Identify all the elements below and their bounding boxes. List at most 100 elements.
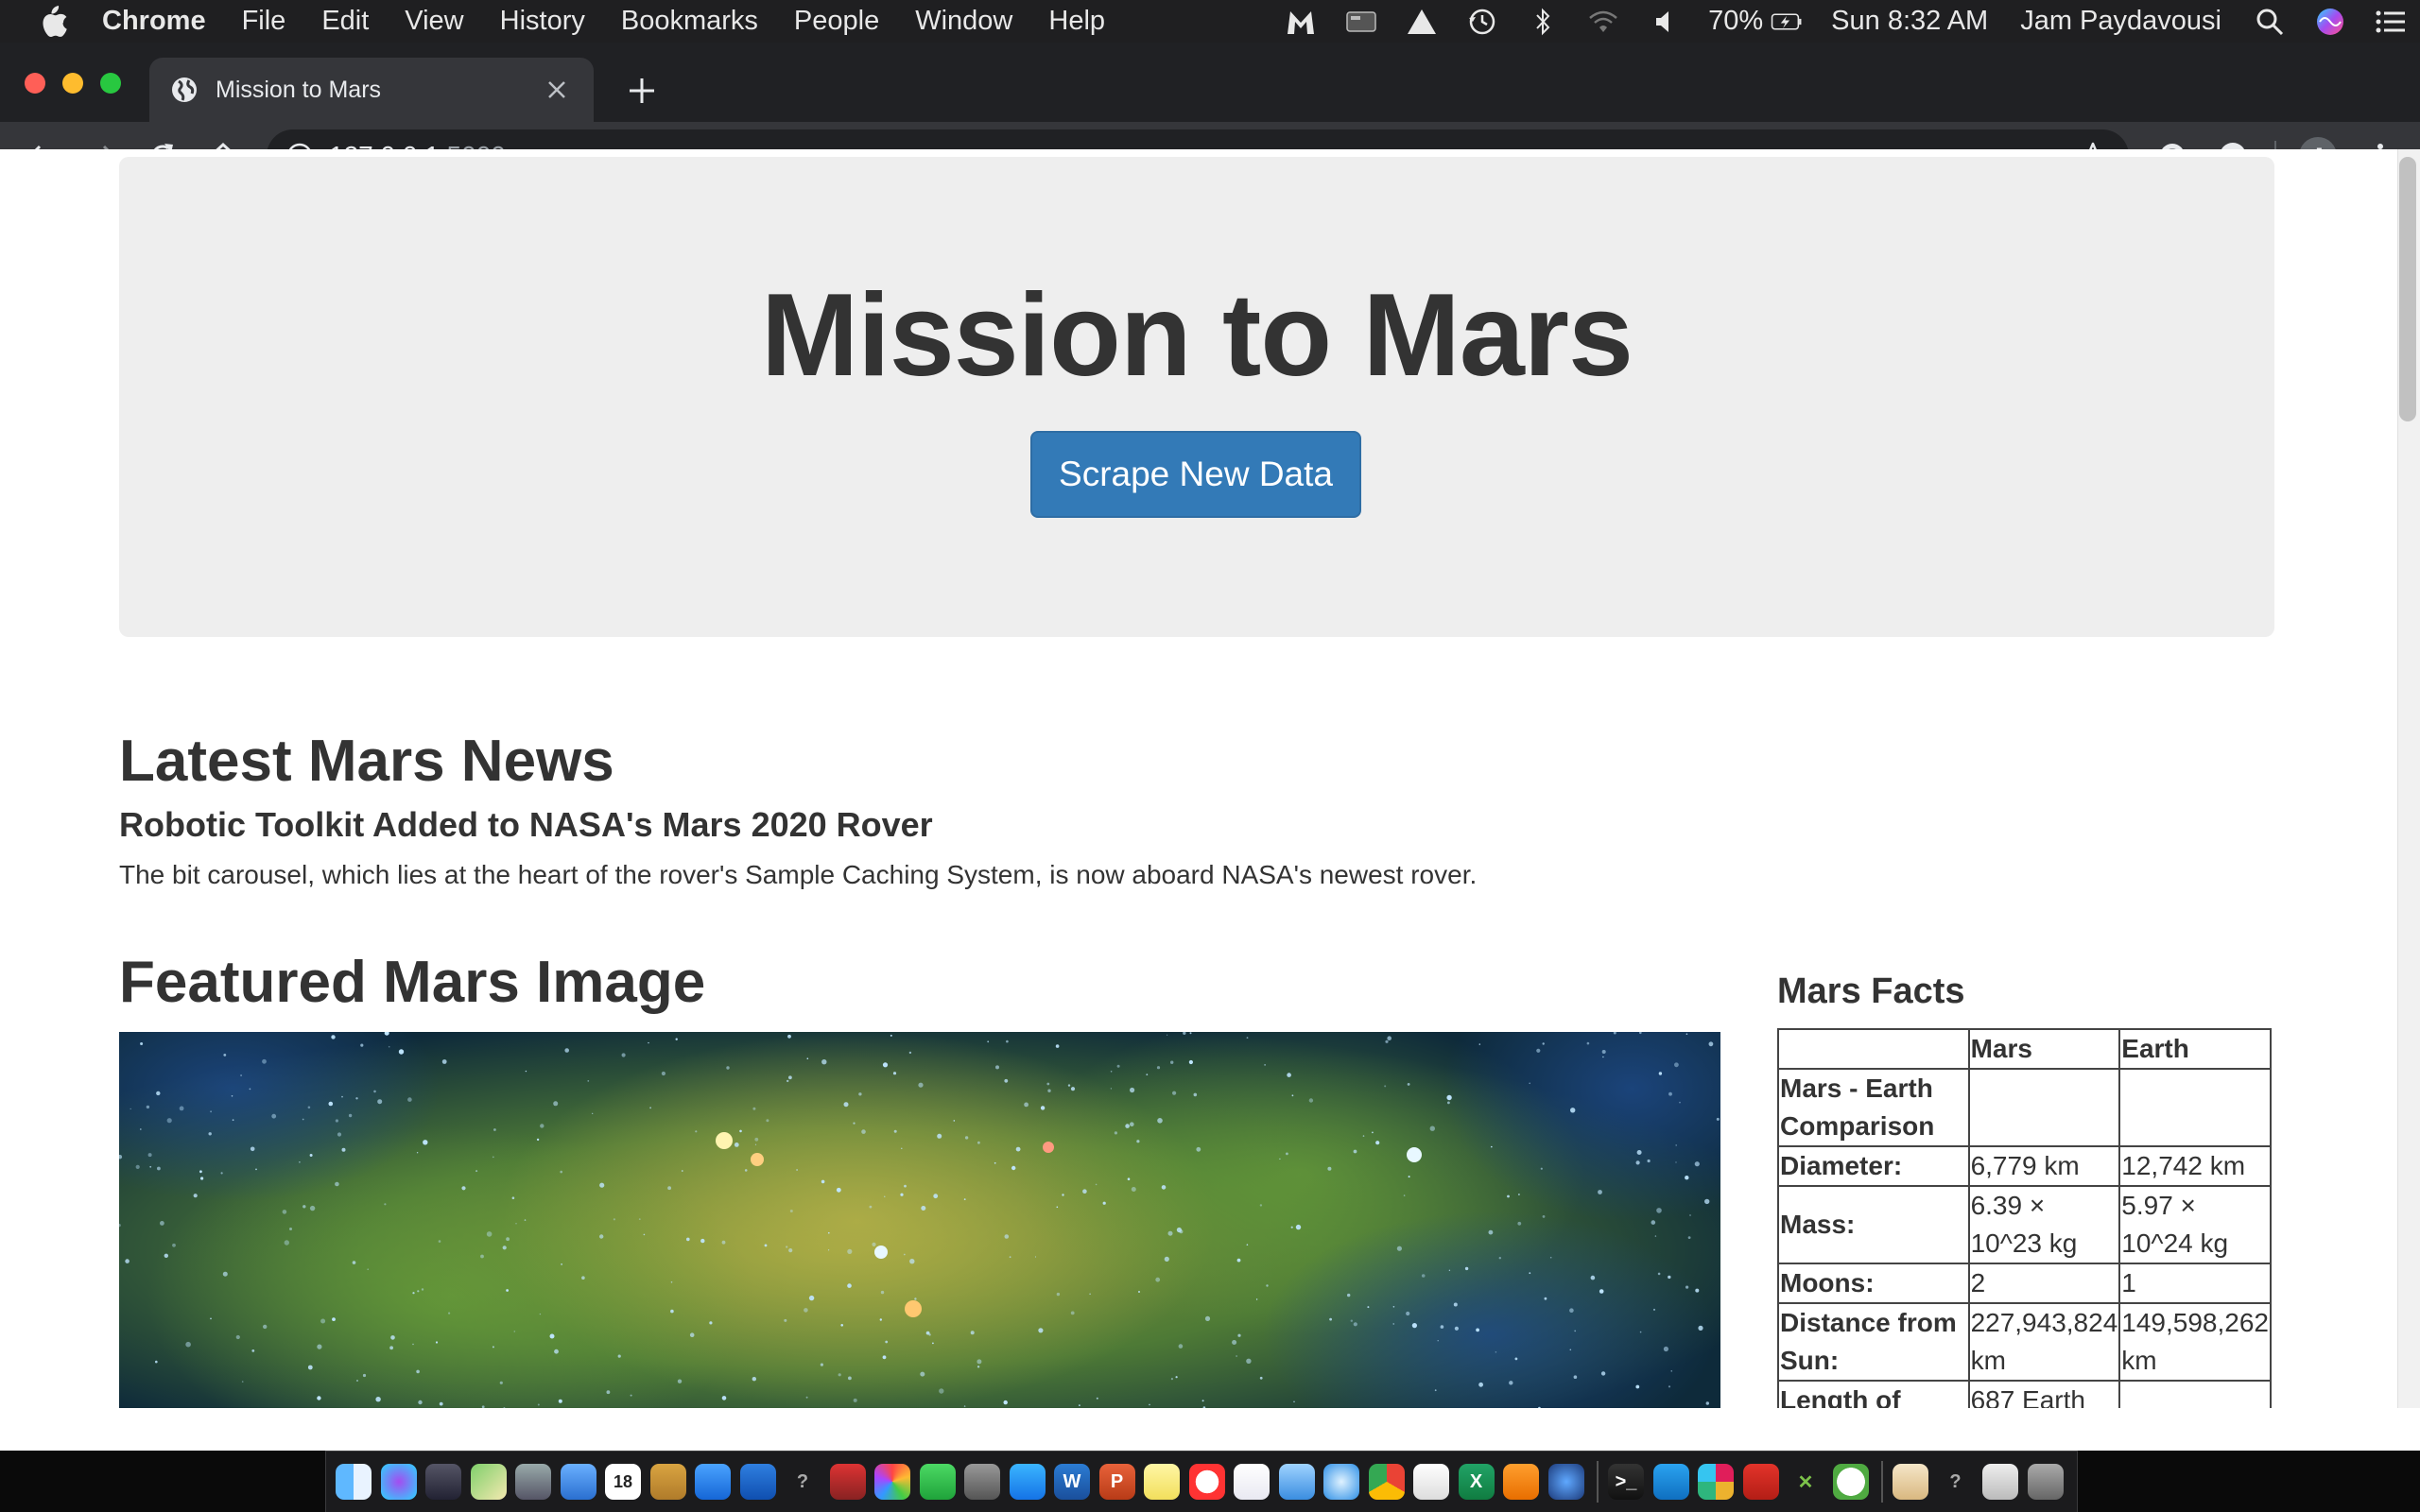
menu-app-name[interactable]: Chrome <box>102 6 206 37</box>
google-drive-icon[interactable] <box>1406 7 1438 37</box>
star <box>649 1107 651 1109</box>
volume-icon[interactable] <box>1648 7 1680 37</box>
menu-history[interactable]: History <box>500 6 585 37</box>
window-maximize-button[interactable] <box>100 73 121 94</box>
star <box>263 1324 268 1330</box>
spotlight-search-icon[interactable] <box>2254 7 2286 37</box>
star <box>1188 1059 1193 1065</box>
menu-help[interactable]: Help <box>1048 6 1105 37</box>
menu-file[interactable]: File <box>242 6 286 37</box>
dock-notes-icon[interactable] <box>649 1464 686 1500</box>
battery-percent[interactable]: 70% <box>1708 6 1763 37</box>
dock-screenshot-icon[interactable] <box>1982 1464 2018 1500</box>
dock-unknown-app-icon[interactable]: ? <box>785 1464 821 1500</box>
menu-edit[interactable]: Edit <box>321 6 369 37</box>
wifi-icon[interactable] <box>1587 7 1619 37</box>
dock-calendar-icon[interactable]: 18 <box>605 1464 641 1500</box>
star <box>1367 1306 1370 1309</box>
star <box>1679 1101 1681 1104</box>
menu-window[interactable]: Window <box>915 6 1012 37</box>
dock-x-app-icon[interactable]: ✕ <box>1788 1464 1824 1500</box>
dock-mail-icon[interactable] <box>560 1464 596 1500</box>
star <box>1266 1284 1269 1287</box>
time-machine-icon[interactable] <box>1466 7 1498 37</box>
window-minimize-button[interactable] <box>62 73 83 94</box>
dock-vscode-icon[interactable] <box>1652 1464 1689 1500</box>
siri-icon[interactable] <box>2314 7 2346 37</box>
menu-user-name[interactable]: Jam Paydavousi <box>2020 6 2221 37</box>
dock-slack-icon[interactable] <box>1698 1464 1734 1500</box>
dock-itunes-icon[interactable] <box>1234 1464 1270 1500</box>
star <box>367 1268 370 1270</box>
table-header-mars: Mars <box>1967 1028 2121 1070</box>
dock-excel-icon[interactable]: X <box>1458 1464 1495 1500</box>
dock-outlook-icon[interactable] <box>739 1464 776 1500</box>
latest-news-heading: Latest Mars News <box>119 729 614 794</box>
dock-terminal-icon[interactable]: >_ <box>1608 1464 1644 1500</box>
apple-menu-icon[interactable] <box>38 5 68 38</box>
star <box>1434 1389 1437 1392</box>
star <box>1170 1060 1174 1064</box>
battery-charging-icon[interactable] <box>1771 7 1803 37</box>
mars-facts-heading: Mars Facts <box>1777 971 1965 1011</box>
dock-acrobat-icon[interactable] <box>1742 1464 1779 1500</box>
star <box>661 1071 666 1076</box>
star <box>1170 1378 1173 1381</box>
new-tab-icon[interactable] <box>628 77 656 105</box>
dock-photos-icon[interactable] <box>874 1464 910 1500</box>
dock-ring-icon[interactable] <box>695 1464 731 1500</box>
dock-chrome-icon[interactable] <box>1368 1464 1405 1500</box>
notification-center-icon[interactable] <box>2375 7 2407 37</box>
dock-safari-icon[interactable] <box>1323 1464 1359 1500</box>
dock-stickies-icon[interactable] <box>1144 1464 1180 1500</box>
star <box>1167 1230 1173 1236</box>
star <box>1573 1375 1578 1379</box>
dock-photo-booth-icon[interactable] <box>829 1464 866 1500</box>
star <box>412 1292 415 1295</box>
menu-bookmarks[interactable]: Bookmarks <box>621 6 758 37</box>
page-scrollbar-thumb[interactable] <box>2399 157 2416 421</box>
dock-preview-icon[interactable] <box>1893 1464 1928 1500</box>
menu-clock[interactable]: Sun 8:32 AM <box>1831 6 1988 37</box>
dock-unknown-icon-2[interactable]: ? <box>1938 1464 1974 1500</box>
dock-browser-icon[interactable] <box>1547 1464 1584 1500</box>
dock-maps-icon[interactable] <box>470 1464 507 1500</box>
dock-trash-icon[interactable] <box>2027 1464 2064 1500</box>
menu-view[interactable]: View <box>405 6 463 37</box>
dock-powerpoint-icon[interactable]: P <box>1098 1464 1135 1500</box>
dock-siri-icon[interactable] <box>380 1464 417 1500</box>
window-close-button[interactable] <box>25 73 45 94</box>
dock-news-icon[interactable] <box>1188 1464 1225 1500</box>
star <box>721 1240 726 1245</box>
star <box>1062 1194 1064 1196</box>
star <box>373 1090 376 1093</box>
bluetooth-icon[interactable] <box>1527 7 1559 37</box>
tab-close-icon[interactable] <box>546 79 567 100</box>
menu-people[interactable]: People <box>794 6 879 37</box>
dock-textedit-icon[interactable] <box>1413 1464 1449 1500</box>
dock-rocket-icon[interactable] <box>515 1464 551 1500</box>
dock-mongodb-icon[interactable] <box>1832 1464 1869 1500</box>
dock-launchpad-icon[interactable] <box>425 1464 461 1500</box>
star <box>709 1321 713 1325</box>
dock-system-preferences-icon[interactable] <box>964 1464 1000 1500</box>
star <box>613 1218 616 1221</box>
star <box>307 1106 311 1109</box>
star <box>502 1246 507 1250</box>
dock-finder-icon[interactable] <box>336 1464 372 1500</box>
star <box>1639 1331 1642 1333</box>
dock-app-store-icon[interactable] <box>1009 1464 1046 1500</box>
star <box>561 1263 562 1265</box>
malwarebytes-icon[interactable] <box>1285 7 1317 37</box>
star <box>1264 1064 1266 1066</box>
star <box>1668 1275 1671 1280</box>
gopro-icon[interactable] <box>1345 7 1377 37</box>
scrape-new-data-button[interactable]: Scrape New Data <box>1030 431 1361 518</box>
dock-messages-icon[interactable] <box>1278 1464 1315 1500</box>
dock-word-icon[interactable]: W <box>1054 1464 1090 1500</box>
dock-books-icon[interactable] <box>1503 1464 1539 1500</box>
dock-facetime-icon[interactable] <box>919 1464 956 1500</box>
star <box>335 1181 339 1187</box>
star <box>754 1137 759 1142</box>
tab-mission-to-mars[interactable]: Mission to Mars <box>149 58 594 122</box>
